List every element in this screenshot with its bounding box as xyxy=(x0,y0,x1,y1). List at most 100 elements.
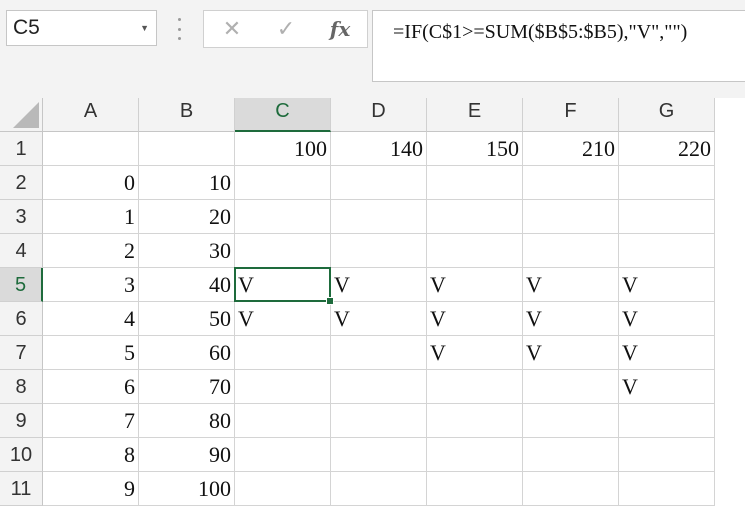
column-header-b[interactable]: B xyxy=(139,98,235,132)
row-header-4[interactable]: 4 xyxy=(0,234,43,268)
cell-g11[interactable] xyxy=(619,472,715,506)
cell-e3[interactable] xyxy=(427,200,523,234)
cell-d6[interactable]: V xyxy=(331,302,427,336)
cell-d9[interactable] xyxy=(331,404,427,438)
cell-c8[interactable] xyxy=(235,370,331,404)
cell-f2[interactable] xyxy=(523,166,619,200)
cell-a1[interactable] xyxy=(43,132,139,166)
cell-b8[interactable]: 70 xyxy=(139,370,235,404)
select-all-button[interactable] xyxy=(0,98,43,132)
cell-e6[interactable]: V xyxy=(427,302,523,336)
cell-a10[interactable]: 8 xyxy=(43,438,139,472)
cell-c6[interactable]: V xyxy=(235,302,331,336)
cell-c9[interactable] xyxy=(235,404,331,438)
cell-f11[interactable] xyxy=(523,472,619,506)
cell-f1[interactable]: 210 xyxy=(523,132,619,166)
cell-b4[interactable]: 30 xyxy=(139,234,235,268)
cell-f4[interactable] xyxy=(523,234,619,268)
cell-d10[interactable] xyxy=(331,438,427,472)
row-header-3[interactable]: 3 xyxy=(0,200,43,234)
cell-a9[interactable]: 7 xyxy=(43,404,139,438)
column-header-d[interactable]: D xyxy=(331,98,427,132)
cell-c7[interactable] xyxy=(235,336,331,370)
column-header-c[interactable]: C xyxy=(235,98,331,132)
cell-g6[interactable]: V xyxy=(619,302,715,336)
cell-a6[interactable]: 4 xyxy=(43,302,139,336)
cell-g7[interactable]: V xyxy=(619,336,715,370)
drag-grip-icon[interactable] xyxy=(177,18,181,40)
cell-b1[interactable] xyxy=(139,132,235,166)
row-header-8[interactable]: 8 xyxy=(0,370,43,404)
cell-g1[interactable]: 220 xyxy=(619,132,715,166)
cell-b9[interactable]: 80 xyxy=(139,404,235,438)
row-header-9[interactable]: 9 xyxy=(0,404,43,438)
cell-c10[interactable] xyxy=(235,438,331,472)
cell-d3[interactable] xyxy=(331,200,427,234)
cell-e2[interactable] xyxy=(427,166,523,200)
row-header-6[interactable]: 6 xyxy=(0,302,43,336)
cell-f5[interactable]: V xyxy=(523,268,619,302)
cell-d11[interactable] xyxy=(331,472,427,506)
cell-f8[interactable] xyxy=(523,370,619,404)
cell-b6[interactable]: 50 xyxy=(139,302,235,336)
cell-g4[interactable] xyxy=(619,234,715,268)
enter-icon[interactable]: ✓ xyxy=(266,11,306,47)
cell-a7[interactable]: 5 xyxy=(43,336,139,370)
cell-c4[interactable] xyxy=(235,234,331,268)
cell-e11[interactable] xyxy=(427,472,523,506)
cell-b3[interactable]: 20 xyxy=(139,200,235,234)
cell-d1[interactable]: 140 xyxy=(331,132,427,166)
cell-f9[interactable] xyxy=(523,404,619,438)
cell-a3[interactable]: 1 xyxy=(43,200,139,234)
cell-d5[interactable]: V xyxy=(331,268,427,302)
name-box[interactable]: C5 ▼ xyxy=(6,10,157,46)
column-header-f[interactable]: F xyxy=(523,98,619,132)
cell-e4[interactable] xyxy=(427,234,523,268)
row-header-2[interactable]: 2 xyxy=(0,166,43,200)
cell-d7[interactable] xyxy=(331,336,427,370)
cell-b2[interactable]: 10 xyxy=(139,166,235,200)
row-header-5[interactable]: 5 xyxy=(0,268,43,302)
cell-e7[interactable]: V xyxy=(427,336,523,370)
insert-function-icon[interactable]: fx xyxy=(320,11,360,47)
column-header-a[interactable]: A xyxy=(43,98,139,132)
cell-e8[interactable] xyxy=(427,370,523,404)
cell-g5[interactable]: V xyxy=(619,268,715,302)
cell-f7[interactable]: V xyxy=(523,336,619,370)
cell-a2[interactable]: 0 xyxy=(43,166,139,200)
row-header-11[interactable]: 11 xyxy=(0,472,43,506)
cell-e5[interactable]: V xyxy=(427,268,523,302)
cell-c1[interactable]: 100 xyxy=(235,132,331,166)
cell-g10[interactable] xyxy=(619,438,715,472)
cell-b7[interactable]: 60 xyxy=(139,336,235,370)
cell-c5[interactable]: V xyxy=(235,268,331,302)
cell-a4[interactable]: 2 xyxy=(43,234,139,268)
cell-d4[interactable] xyxy=(331,234,427,268)
cancel-icon[interactable]: ✕ xyxy=(212,11,252,47)
cell-e1[interactable]: 150 xyxy=(427,132,523,166)
cell-c2[interactable] xyxy=(235,166,331,200)
cell-f10[interactable] xyxy=(523,438,619,472)
cell-a5[interactable]: 3 xyxy=(43,268,139,302)
row-header-10[interactable]: 10 xyxy=(0,438,43,472)
cell-g9[interactable] xyxy=(619,404,715,438)
cell-d2[interactable] xyxy=(331,166,427,200)
cell-b5[interactable]: 40 xyxy=(139,268,235,302)
cell-a8[interactable]: 6 xyxy=(43,370,139,404)
caret-down-icon[interactable]: ▼ xyxy=(140,11,149,45)
cell-c3[interactable] xyxy=(235,200,331,234)
cell-a11[interactable]: 9 xyxy=(43,472,139,506)
fill-handle[interactable] xyxy=(326,297,334,305)
cell-c11[interactable] xyxy=(235,472,331,506)
cell-e9[interactable] xyxy=(427,404,523,438)
row-header-1[interactable]: 1 xyxy=(0,132,43,166)
column-header-g[interactable]: G xyxy=(619,98,715,132)
cell-b11[interactable]: 100 xyxy=(139,472,235,506)
cell-b10[interactable]: 90 xyxy=(139,438,235,472)
formula-input[interactable]: =IF(C$1>=SUM($B$5:$B5),"V","") xyxy=(372,10,745,82)
cell-d8[interactable] xyxy=(331,370,427,404)
cell-g8[interactable]: V xyxy=(619,370,715,404)
cell-f6[interactable]: V xyxy=(523,302,619,336)
row-header-7[interactable]: 7 xyxy=(0,336,43,370)
cell-g3[interactable] xyxy=(619,200,715,234)
